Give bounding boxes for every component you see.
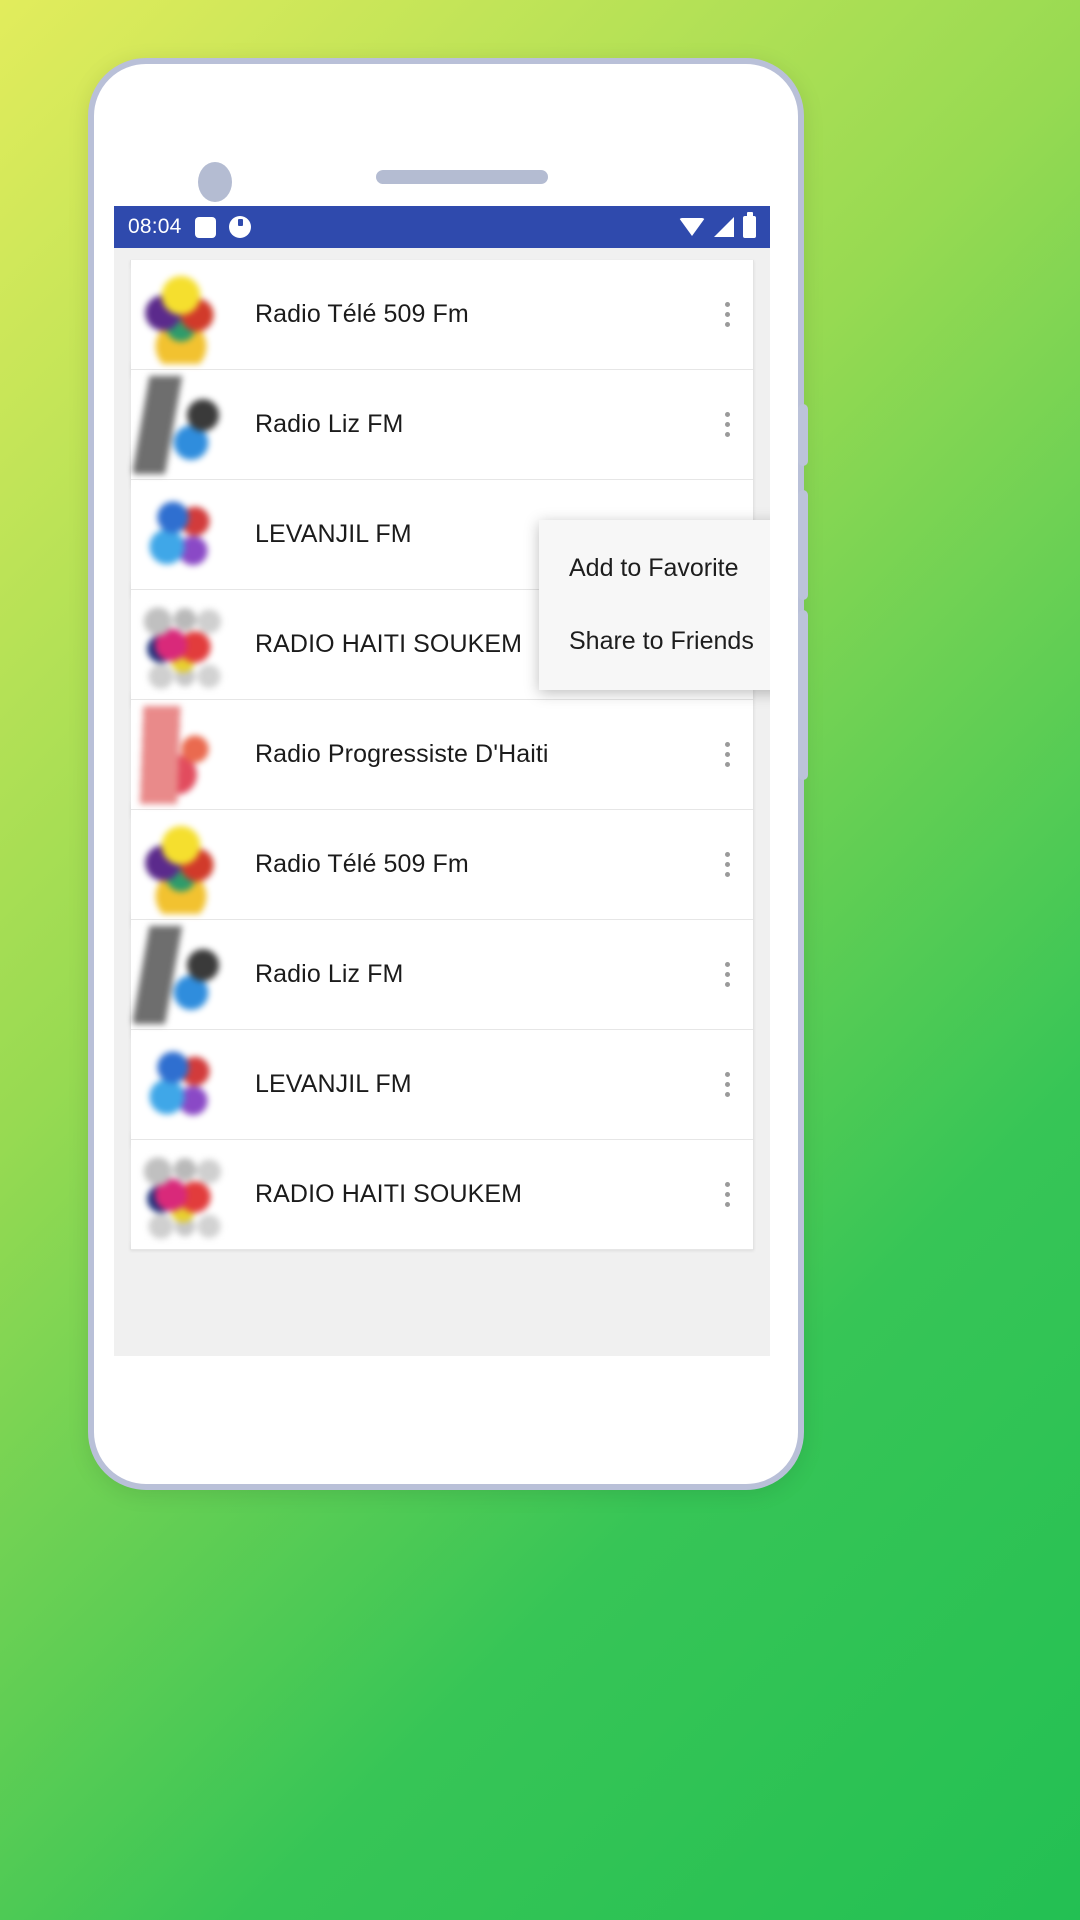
kebab-menu-icon[interactable] — [705, 1140, 749, 1249]
message-icon — [194, 216, 216, 238]
phone-frame: 08:04 Radio Télé 509 Fm Radio Liz FM LEVAN… — [88, 58, 804, 1490]
station-title: Radio Liz FM — [255, 960, 404, 988]
phone-side-button-3 — [798, 610, 808, 780]
station-title: Radio Progressiste D'Haiti — [255, 740, 549, 768]
phone-side-button-1 — [798, 404, 808, 466]
kebab-menu-icon[interactable] — [705, 700, 749, 809]
station-artwork — [133, 595, 233, 694]
phone-side-button-2 — [798, 490, 808, 600]
context-menu[interactable]: Add to Favorite Share to Friends — [539, 520, 770, 690]
status-bar-left: 08:04 — [128, 215, 251, 239]
station-artwork — [133, 485, 233, 584]
station-artwork — [133, 1035, 233, 1134]
station-title: RADIO HAITI SOUKEM — [255, 1180, 523, 1208]
app-notification-icon — [228, 216, 251, 238]
station-artwork — [133, 705, 233, 804]
kebab-menu-icon[interactable] — [705, 920, 749, 1029]
station-artwork — [133, 375, 233, 474]
kebab-menu-icon[interactable] — [705, 260, 749, 369]
station-artwork — [133, 265, 233, 364]
menu-item-share-to-friends[interactable]: Share to Friends — [539, 605, 770, 678]
status-bar-right — [679, 212, 756, 238]
station-artwork — [133, 1145, 233, 1244]
battery-icon — [743, 212, 756, 238]
front-camera-icon — [198, 162, 232, 202]
station-row[interactable]: LEVANJIL FM — [131, 1030, 753, 1140]
station-row[interactable]: Radio Progressiste D'Haiti — [131, 700, 753, 810]
station-title: Radio Télé 509 Fm — [255, 300, 469, 328]
cell-signal-icon — [714, 217, 734, 237]
station-title: Radio Télé 509 Fm — [255, 850, 469, 878]
kebab-menu-icon[interactable] — [705, 370, 749, 479]
status-bar: 08:04 — [114, 206, 770, 248]
station-artwork — [133, 925, 233, 1024]
menu-item-add-to-favorite[interactable]: Add to Favorite — [539, 532, 770, 605]
station-row[interactable]: Radio Liz FM — [131, 920, 753, 1030]
status-bar-clock: 08:04 — [128, 215, 182, 238]
wifi-icon — [679, 218, 705, 236]
phone-screen: 08:04 Radio Télé 509 Fm Radio Liz FM LEVAN… — [114, 206, 770, 1356]
station-list-container[interactable]: Radio Télé 509 Fm Radio Liz FM LEVANJIL FM… — [114, 248, 770, 1356]
station-row[interactable]: RADIO HAITI SOUKEM — [131, 1140, 753, 1250]
station-title: LEVANJIL FM — [255, 1070, 412, 1098]
kebab-menu-icon[interactable] — [705, 1030, 749, 1139]
station-artwork — [133, 815, 233, 914]
earpiece-speaker — [376, 170, 548, 184]
kebab-menu-icon[interactable] — [705, 810, 749, 919]
station-list[interactable]: Radio Télé 509 Fm Radio Liz FM LEVANJIL FM… — [130, 260, 754, 1250]
station-row[interactable]: Radio Télé 509 Fm — [131, 260, 753, 370]
station-title: Radio Liz FM — [255, 410, 404, 438]
station-row[interactable]: Radio Liz FM — [131, 370, 753, 480]
station-row[interactable]: Radio Télé 509 Fm — [131, 810, 753, 920]
